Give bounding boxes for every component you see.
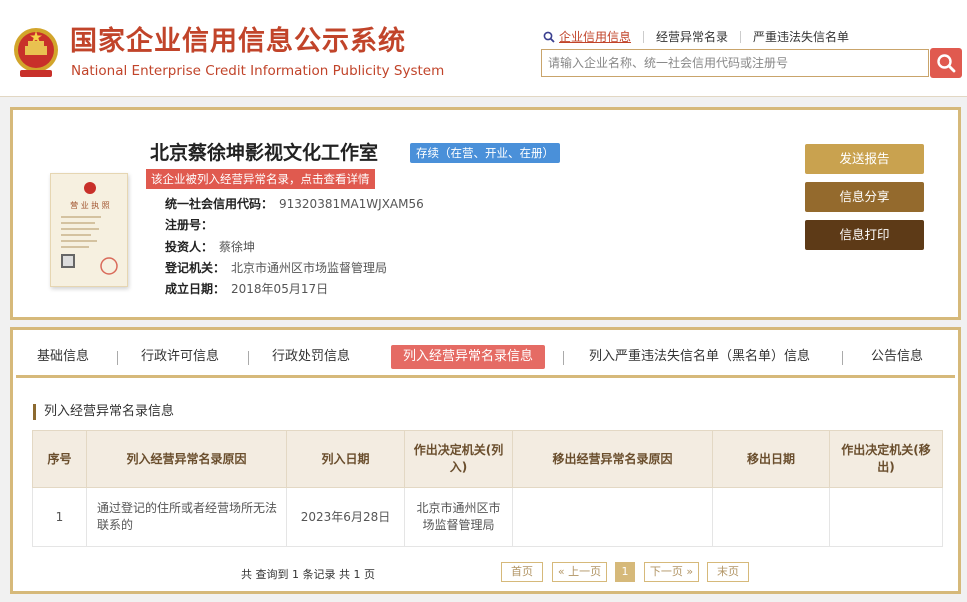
print-info-button[interactable]: 信息打印: [805, 220, 924, 250]
license-heading: 营 业 执 照: [70, 200, 110, 210]
field-label: 成立日期：: [165, 282, 226, 296]
tab-divider: [563, 351, 564, 365]
table-cell: 2023年6月28日: [286, 487, 405, 547]
nav-link-abnormal-list[interactable]: 经营异常名录: [643, 31, 740, 43]
tab-divider: [117, 351, 118, 365]
table-row: 1 通过登记的住所或者经营场所无法联系的 2023年6月28日 北京市通州区市场…: [32, 487, 943, 547]
detail-panel: 基础信息 行政许可信息 行政处罚信息 列入经营异常名录信息 列入严重违法失信名单…: [10, 327, 961, 594]
business-license-image[interactable]: 营 业 执 照: [50, 173, 128, 287]
site-title: 国家企业信用信息公示系统: [70, 26, 406, 57]
field-registration-number: 注册号：: [165, 217, 219, 233]
tab-divider: [842, 351, 843, 365]
tab-bar: 基础信息 行政许可信息 行政处罚信息 列入经营异常名录信息 列入严重违法失信名单…: [16, 336, 955, 378]
header-divider: [0, 96, 967, 97]
send-report-button[interactable]: 发送报告: [805, 144, 924, 174]
field-value: 2018年05月17日: [231, 282, 329, 296]
table-cell: 1: [32, 487, 87, 547]
column-header: 移出经营异常名录原因: [512, 430, 713, 488]
field-label: 投资人：: [165, 240, 214, 254]
table-cell: 通过登记的住所或者经营场所无法联系的: [86, 487, 287, 547]
abnormal-list-alert[interactable]: 该企业被列入经营异常名录，点击查看详情: [146, 169, 375, 189]
prev-page-button[interactable]: « 上一页: [552, 562, 607, 582]
search-input[interactable]: 请输入企业名称、统一社会信用代码或注册号: [541, 49, 929, 77]
tab-abnormal-list[interactable]: 列入经营异常名录信息: [391, 345, 546, 369]
next-page-button[interactable]: 下一页 »: [644, 562, 699, 582]
search-icon: [937, 54, 956, 73]
column-header: 移出日期: [712, 430, 830, 488]
column-header: 作出决定机关(列入): [404, 430, 513, 488]
tab-administrative-license[interactable]: 行政许可信息: [141, 345, 219, 369]
nav-link-credit-info[interactable]: 企业信用信息: [555, 31, 643, 43]
table-header-row: 序号 列入经营异常名录原因 列入日期 作出决定机关(列入) 移出经营异常名录原因…: [32, 430, 943, 488]
section-title: 列入经营异常名录信息: [33, 404, 174, 420]
tab-administrative-penalty[interactable]: 行政处罚信息: [272, 345, 350, 369]
business-license-thumbnail: 营 业 执 照: [61, 182, 118, 275]
current-page-button[interactable]: 1: [615, 562, 635, 582]
column-header: 列入经营异常名录原因: [86, 430, 287, 488]
tab-divider: [248, 351, 249, 365]
field-label: 注册号：: [165, 218, 214, 232]
table-cell: 北京市通州区市场监督管理局: [404, 487, 513, 547]
field-registration-authority: 登记机关： 北京市通州区市场监督管理局: [165, 260, 387, 276]
tab-announcements[interactable]: 公告信息: [871, 345, 923, 369]
field-value: 蔡徐坤: [219, 240, 256, 254]
share-info-button[interactable]: 信息分享: [805, 182, 924, 212]
table-cell: [712, 487, 830, 547]
table-cell: [829, 487, 943, 547]
national-emblem-icon: [14, 28, 58, 77]
company-summary-panel: 营 业 执 照 北京蔡徐坤影视文化工作室 存续（在营、开业、在册） 该企业被列入…: [10, 107, 961, 320]
column-header: 序号: [32, 430, 87, 488]
site-title-english: National Enterprise Credit Information P…: [71, 63, 445, 79]
search-button[interactable]: [930, 48, 962, 78]
company-name: 北京蔡徐坤影视文化工作室: [150, 142, 379, 164]
tab-basic-info[interactable]: 基础信息: [37, 345, 89, 369]
abnormal-list-table: 序号 列入经营异常名录原因 列入日期 作出决定机关(列入) 移出经营异常名录原因…: [32, 430, 943, 547]
status-badge: 存续（在营、开业、在册）: [410, 143, 560, 163]
field-credit-code: 统一社会信用代码： 91320381MA1WJXAM56: [165, 196, 424, 212]
record-count-summary: 共 查询到 1 条记录 共 1 页: [241, 568, 375, 581]
table-cell: [512, 487, 713, 547]
top-nav: 企业信用信息 经营异常名录 严重违法失信名单: [543, 27, 861, 47]
nav-link-serious-violation-list[interactable]: 严重违法失信名单: [740, 31, 861, 43]
field-established-date: 成立日期： 2018年05月17日: [165, 281, 328, 297]
field-value: 91320381MA1WJXAM56: [279, 197, 424, 211]
field-label: 统一社会信用代码：: [165, 197, 274, 211]
field-value: 北京市通州区市场监督管理局: [231, 261, 388, 275]
column-header: 作出决定机关(移出): [829, 430, 943, 488]
search-icon: [543, 31, 555, 43]
column-header: 列入日期: [286, 430, 405, 488]
tab-blacklist[interactable]: 列入严重违法失信名单（黑名单）信息: [589, 345, 810, 369]
last-page-button[interactable]: 末页: [707, 562, 749, 582]
field-label: 登记机关：: [165, 261, 226, 275]
field-investor: 投资人： 蔡徐坤: [165, 239, 255, 255]
first-page-button[interactable]: 首页: [501, 562, 543, 582]
site-header: 国家企业信用信息公示系统 National Enterprise Credit …: [0, 0, 967, 96]
